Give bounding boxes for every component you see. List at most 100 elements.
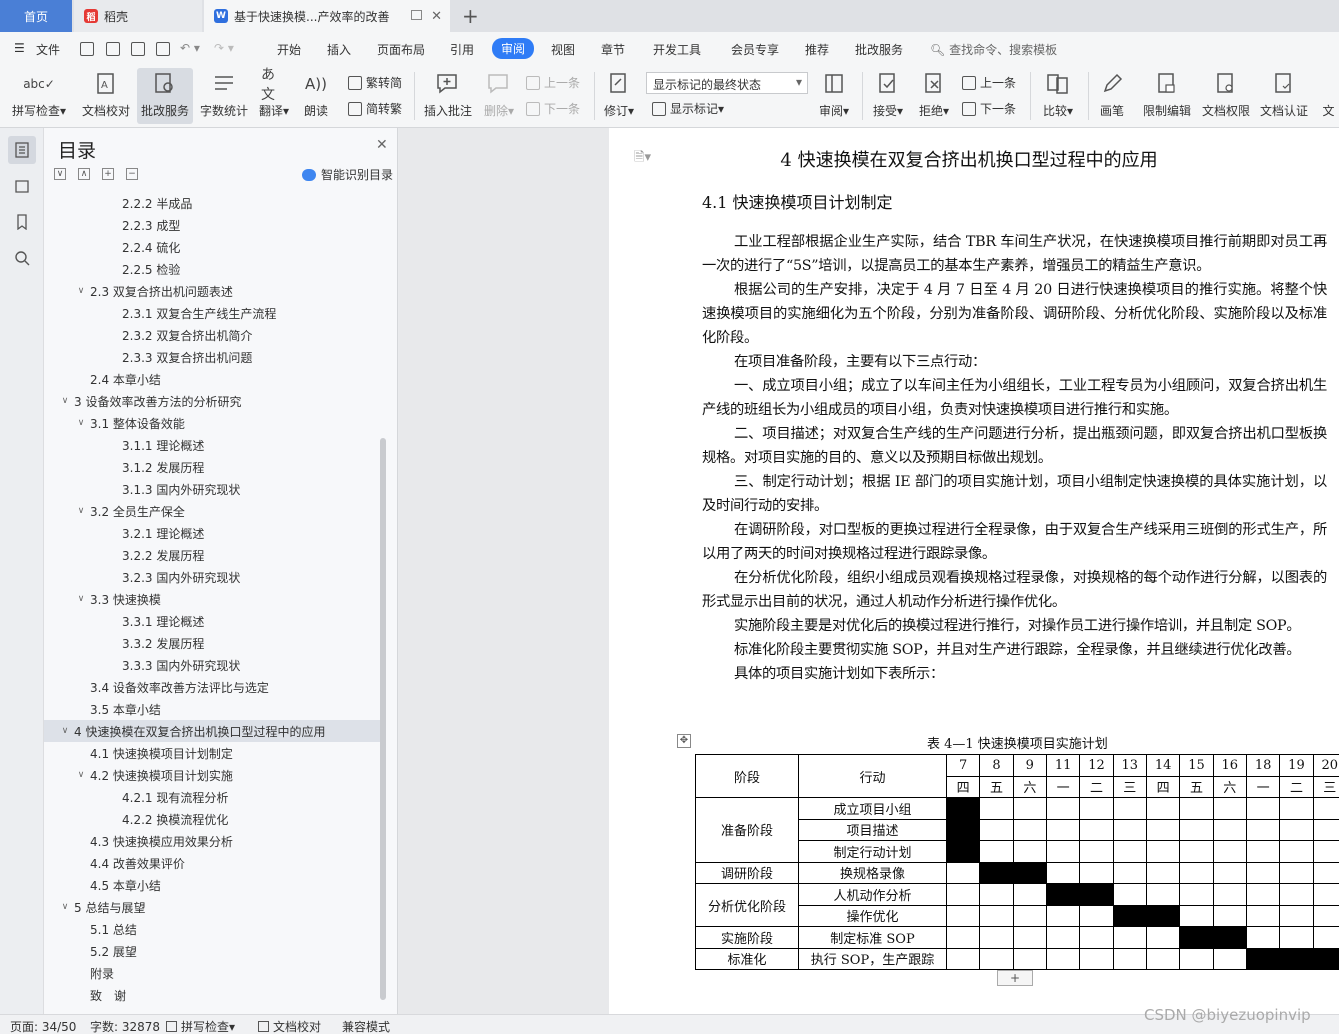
tab-document[interactable]: W 基于快速换模...产效率的改善 ✕ bbox=[204, 0, 450, 32]
close-icon[interactable]: ✕ bbox=[376, 137, 388, 153]
toc-item[interactable]: 3.2.1 理论概述 bbox=[44, 522, 380, 544]
toc-item[interactable]: 2.3.2 双复合挤出机简介 bbox=[44, 324, 380, 346]
document-page[interactable]: 🗎▾ 4 快速换模在双复合挤出机换口型过程中的应用 4.1 快速换模项目计划制定… bbox=[609, 128, 1339, 1014]
save-icon[interactable] bbox=[80, 42, 94, 56]
chapter-nav-icon[interactable] bbox=[8, 172, 36, 200]
restrict-edit-button[interactable]: 限制编辑 bbox=[1140, 68, 1194, 124]
toc-item[interactable]: 3.2.3 国内外研究现状 bbox=[44, 566, 380, 588]
delete-comment-button[interactable]: 删除▾ bbox=[480, 68, 518, 124]
toc-item[interactable]: 3.3.2 发展历程 bbox=[44, 632, 380, 654]
toc-item[interactable]: ∨ 2.3 双复合挤出机问题表述 bbox=[44, 280, 380, 302]
toc-item[interactable]: 3.3.3 国内外研究现状 bbox=[44, 654, 380, 676]
menu-chapter[interactable]: 章节 bbox=[601, 41, 625, 58]
print-icon[interactable] bbox=[131, 42, 145, 56]
menu-dev-tools[interactable]: 开发工具 bbox=[653, 41, 701, 58]
toc-item[interactable]: ∨ 3.3 快速换模 bbox=[44, 588, 380, 610]
toc-item[interactable]: 5.1 总结 bbox=[44, 918, 380, 940]
find-icon[interactable] bbox=[8, 244, 36, 272]
tab-daoke[interactable]: 稻 稻壳 bbox=[74, 0, 202, 32]
toc-item[interactable]: 3.1.2 发展历程 bbox=[44, 456, 380, 478]
menu-file[interactable]: 文件 bbox=[36, 41, 60, 58]
chevron-down-icon[interactable]: ∨ bbox=[58, 396, 72, 406]
close-icon[interactable]: ✕ bbox=[431, 9, 442, 24]
chevron-down-icon[interactable]: ∨ bbox=[74, 594, 88, 604]
revise-button[interactable]: 修订▾ bbox=[600, 68, 638, 124]
undo-icon[interactable]: ↶ ▾ bbox=[180, 41, 200, 55]
menu-page-layout[interactable]: 页面布局 bbox=[377, 41, 425, 58]
word-count-button[interactable]: 字数统计 bbox=[198, 68, 250, 124]
doc-proof-button[interactable]: A 文档校对 bbox=[78, 68, 134, 124]
word-count[interactable]: 字数: 32878 bbox=[90, 1018, 160, 1034]
toc-item[interactable]: 3.3.1 理论概述 bbox=[44, 610, 380, 632]
toc-item[interactable]: 2.2.3 成型 bbox=[44, 214, 380, 236]
toc-item[interactable]: 2.4 本章小结 bbox=[44, 368, 380, 390]
reject-button[interactable]: 拒绝▾ bbox=[914, 68, 954, 124]
smart-toc-button[interactable]: 智能识别目录 bbox=[302, 166, 393, 183]
toc-item[interactable]: 2.2.4 硫化 bbox=[44, 236, 380, 258]
tab-home[interactable]: 首页 bbox=[0, 0, 72, 32]
accept-button[interactable]: 接受▾ bbox=[868, 68, 908, 124]
next-comment-button[interactable]: 下一条 bbox=[526, 100, 580, 117]
doc-permission-button[interactable]: 文档权限 bbox=[1200, 68, 1252, 124]
expand-icon[interactable]: + bbox=[102, 168, 114, 180]
bookmark-icon[interactable] bbox=[8, 208, 36, 236]
compare-button[interactable]: 比较▾ bbox=[1036, 68, 1080, 124]
chevron-down-icon[interactable]: ∨ bbox=[58, 726, 72, 736]
menu-insert[interactable]: 插入 bbox=[327, 41, 351, 58]
menu-view[interactable]: 视图 bbox=[551, 41, 575, 58]
toc-item[interactable]: 4.2.2 换模流程优化 bbox=[44, 808, 380, 830]
menu-recommend[interactable]: 推荐 bbox=[805, 41, 829, 58]
read-aloud-button[interactable]: A)) 朗读 bbox=[298, 68, 334, 124]
chevron-down-icon[interactable]: ∨ bbox=[74, 506, 88, 516]
redo-icon[interactable]: ↷ ▾ bbox=[214, 41, 234, 55]
export-pdf-icon[interactable] bbox=[106, 42, 120, 56]
restore-icon[interactable] bbox=[411, 10, 422, 20]
toc-item[interactable]: 5.2 展望 bbox=[44, 940, 380, 962]
toc-item[interactable]: 致 谢 bbox=[44, 984, 380, 1006]
toc-item[interactable]: 2.2.2 半成品 bbox=[44, 192, 380, 214]
toc-item[interactable]: 4.4 改善效果评价 bbox=[44, 852, 380, 874]
collapse-icon[interactable]: − bbox=[126, 168, 138, 180]
toc-item[interactable]: 2.3.1 双复合生产线生产流程 bbox=[44, 302, 380, 324]
prev-change-button[interactable]: 上一条 bbox=[962, 74, 1016, 91]
toc-item[interactable]: 4.5 本章小结 bbox=[44, 874, 380, 896]
page-indicator[interactable]: 页面: 34/50 bbox=[10, 1018, 76, 1034]
toc-item[interactable]: ∨ 3.2 全员生产保全 bbox=[44, 500, 380, 522]
insert-comment-button[interactable]: 插入批注 bbox=[420, 68, 476, 124]
to-traditional-button[interactable]: 繁转简 bbox=[348, 74, 402, 91]
status-spellcheck[interactable]: 拼写检查 ▾ bbox=[166, 1018, 235, 1034]
menu-review[interactable]: 审阅 bbox=[492, 38, 535, 59]
menu-reference[interactable]: 引用 bbox=[450, 41, 474, 58]
toc-item[interactable]: 2.2.5 检验 bbox=[44, 258, 380, 280]
command-search[interactable]: 🔍︎ 查找命令、搜索模板 bbox=[930, 41, 1057, 58]
correction-service-button[interactable]: 批改服务 bbox=[137, 68, 193, 124]
add-row-icon[interactable]: + bbox=[997, 970, 1033, 986]
toc-item[interactable]: 3.4 设备效率改善方法评比与选定 bbox=[44, 676, 380, 698]
doc-more-button[interactable]: 文 bbox=[1318, 68, 1339, 124]
toc-item[interactable]: 4.2.1 现有流程分析 bbox=[44, 786, 380, 808]
toc-item[interactable]: ∨ 3.1 整体设备效能 bbox=[44, 412, 380, 434]
toc-item[interactable]: ∨ 4 快速换模在双复合挤出机换口型过程中的应用 bbox=[44, 720, 380, 742]
translate-button[interactable]: あ文 翻译▾ bbox=[256, 67, 292, 124]
next-change-button[interactable]: 下一条 bbox=[962, 100, 1016, 117]
new-tab-icon[interactable]: + bbox=[462, 4, 479, 28]
expand-up-icon[interactable]: ∧ bbox=[78, 168, 90, 180]
menu-correction[interactable]: 批改服务 bbox=[855, 41, 903, 58]
toc-item[interactable]: ∨ 3 设备效率改善方法的分析研究 bbox=[44, 390, 380, 412]
pen-button[interactable]: 画笔 bbox=[1094, 68, 1130, 124]
toc-item[interactable]: ∨ 4.2 快速换模项目计划实施 bbox=[44, 764, 380, 786]
table-move-handle-icon[interactable]: ✥ bbox=[677, 734, 691, 748]
markup-state-select[interactable]: 显示标记的最终状态 bbox=[646, 72, 808, 94]
toc-item[interactable]: 3.2.2 发展历程 bbox=[44, 544, 380, 566]
print-preview-icon[interactable] bbox=[156, 42, 170, 56]
doc-cert-button[interactable]: 文档认证 bbox=[1258, 68, 1310, 124]
hamburger-icon[interactable]: ☰ bbox=[14, 41, 25, 55]
toc-icon[interactable] bbox=[8, 136, 36, 164]
toc-item[interactable]: 3.1.3 国内外研究现状 bbox=[44, 478, 380, 500]
collapse-all-icon[interactable]: ∨ bbox=[54, 168, 66, 180]
spellcheck-button[interactable]: abc✓ 拼写检查▾ bbox=[8, 68, 70, 124]
chevron-down-icon[interactable]: ∨ bbox=[58, 902, 72, 912]
menu-start[interactable]: 开始 bbox=[277, 41, 301, 58]
toc-item[interactable]: 3.1.1 理论概述 bbox=[44, 434, 380, 456]
review-pane-button[interactable]: 审阅▾ bbox=[814, 68, 854, 124]
